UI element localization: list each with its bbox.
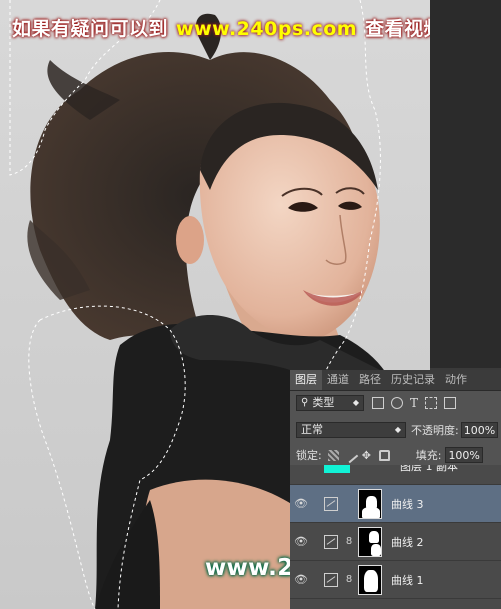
type-filter-icon[interactable]: T bbox=[410, 397, 418, 409]
layers-list: 图层 1 副本 👁 曲线 3 👁 8 曲线 2 👁 8 曲线 1 bbox=[290, 465, 501, 609]
layer-mask-thumbnail[interactable] bbox=[358, 526, 382, 557]
layer-name: 图层 1 副本 bbox=[400, 465, 458, 473]
eye-icon[interactable]: 👁 bbox=[290, 497, 312, 510]
layer-item[interactable]: 👁 8 曲线 2 bbox=[290, 523, 501, 561]
panel-tabs: 图层 通道 路径 历史记录 动作 bbox=[290, 370, 501, 391]
blend-row: 正常 ◆ 不透明度: 100% bbox=[290, 419, 501, 441]
tab-history[interactable]: 历史记录 bbox=[386, 370, 440, 390]
lock-icon[interactable] bbox=[378, 449, 390, 461]
layer-item[interactable]: 👁 8 曲线 1 bbox=[290, 561, 501, 599]
banner-prefix: 如果有疑问可以到 bbox=[12, 18, 169, 40]
blend-mode-value: 正常 bbox=[301, 423, 323, 436]
lock-row: 锁定: ✥ 填充: 100% bbox=[290, 444, 501, 466]
search-icon: ⚲ bbox=[301, 397, 309, 408]
tab-layers[interactable]: 图层 bbox=[290, 370, 322, 390]
blend-mode-select[interactable]: 正常 ◆ bbox=[296, 422, 406, 438]
image-filter-icon[interactable] bbox=[372, 397, 384, 409]
curves-adjustment-icon bbox=[324, 572, 338, 587]
lock-transparency-icon[interactable] bbox=[327, 449, 339, 461]
curves-adjustment-icon bbox=[324, 496, 338, 511]
filter-row: ⚲ 类型 ◆ T bbox=[290, 392, 501, 414]
tab-paths[interactable]: 路径 bbox=[354, 370, 386, 390]
tab-actions[interactable]: 动作 bbox=[440, 370, 472, 390]
curves-adjustment-icon bbox=[324, 534, 338, 549]
layer-thumbnail bbox=[324, 465, 350, 473]
layer-name: 曲线 1 bbox=[391, 573, 424, 587]
layer-name: 曲线 2 bbox=[391, 535, 424, 549]
chevron-down-icon: ◆ bbox=[352, 398, 359, 407]
adjustment-filter-icon[interactable] bbox=[391, 397, 403, 409]
fill-input[interactable]: 100% bbox=[445, 447, 483, 463]
banner-suffix: 查看视频教程 bbox=[365, 18, 430, 40]
eye-icon[interactable]: 👁 bbox=[290, 573, 312, 586]
filter-kind-value: 类型 bbox=[312, 396, 335, 409]
layer-mask-thumbnail[interactable] bbox=[358, 488, 382, 519]
lock-brush-icon[interactable] bbox=[342, 447, 358, 463]
chain-link-icon[interactable]: 8 bbox=[344, 574, 354, 585]
tab-channels[interactable]: 通道 bbox=[322, 370, 354, 390]
filter-icons: T bbox=[372, 397, 457, 409]
move-icon[interactable]: ✥ bbox=[362, 450, 373, 461]
filter-kind-select[interactable]: ⚲ 类型 ◆ bbox=[296, 395, 364, 411]
layer-mask-thumbnail[interactable] bbox=[358, 564, 382, 595]
banner-url[interactable]: www.240ps.com bbox=[176, 18, 357, 40]
opacity-input[interactable]: 100% bbox=[460, 422, 499, 438]
header-banner: 如果有疑问可以到 www.240ps.com 查看视频教程 bbox=[12, 14, 430, 41]
fill-label: 填充: bbox=[415, 449, 442, 462]
layer-name: 曲线 3 bbox=[391, 497, 424, 511]
layers-panel: 图层 通道 路径 历史记录 动作 ⚲ 类型 ◆ T 正常 ◆ 不透明度: 100… bbox=[290, 370, 501, 609]
layer-item-selected[interactable]: 👁 曲线 3 bbox=[290, 485, 501, 523]
opacity-label: 不透明度: bbox=[411, 424, 459, 437]
chain-link-icon[interactable]: 8 bbox=[344, 536, 354, 547]
lock-label: 锁定: bbox=[296, 449, 322, 462]
workspace-background bbox=[430, 0, 501, 368]
lock-icons: ✥ bbox=[327, 447, 390, 463]
shape-filter-icon[interactable] bbox=[425, 397, 438, 409]
smart-object-filter-icon[interactable] bbox=[444, 397, 457, 409]
layer-item[interactable]: 图层 1 副本 bbox=[290, 465, 501, 485]
eye-icon[interactable]: 👁 bbox=[290, 535, 312, 548]
chevron-down-icon: ◆ bbox=[394, 425, 401, 434]
